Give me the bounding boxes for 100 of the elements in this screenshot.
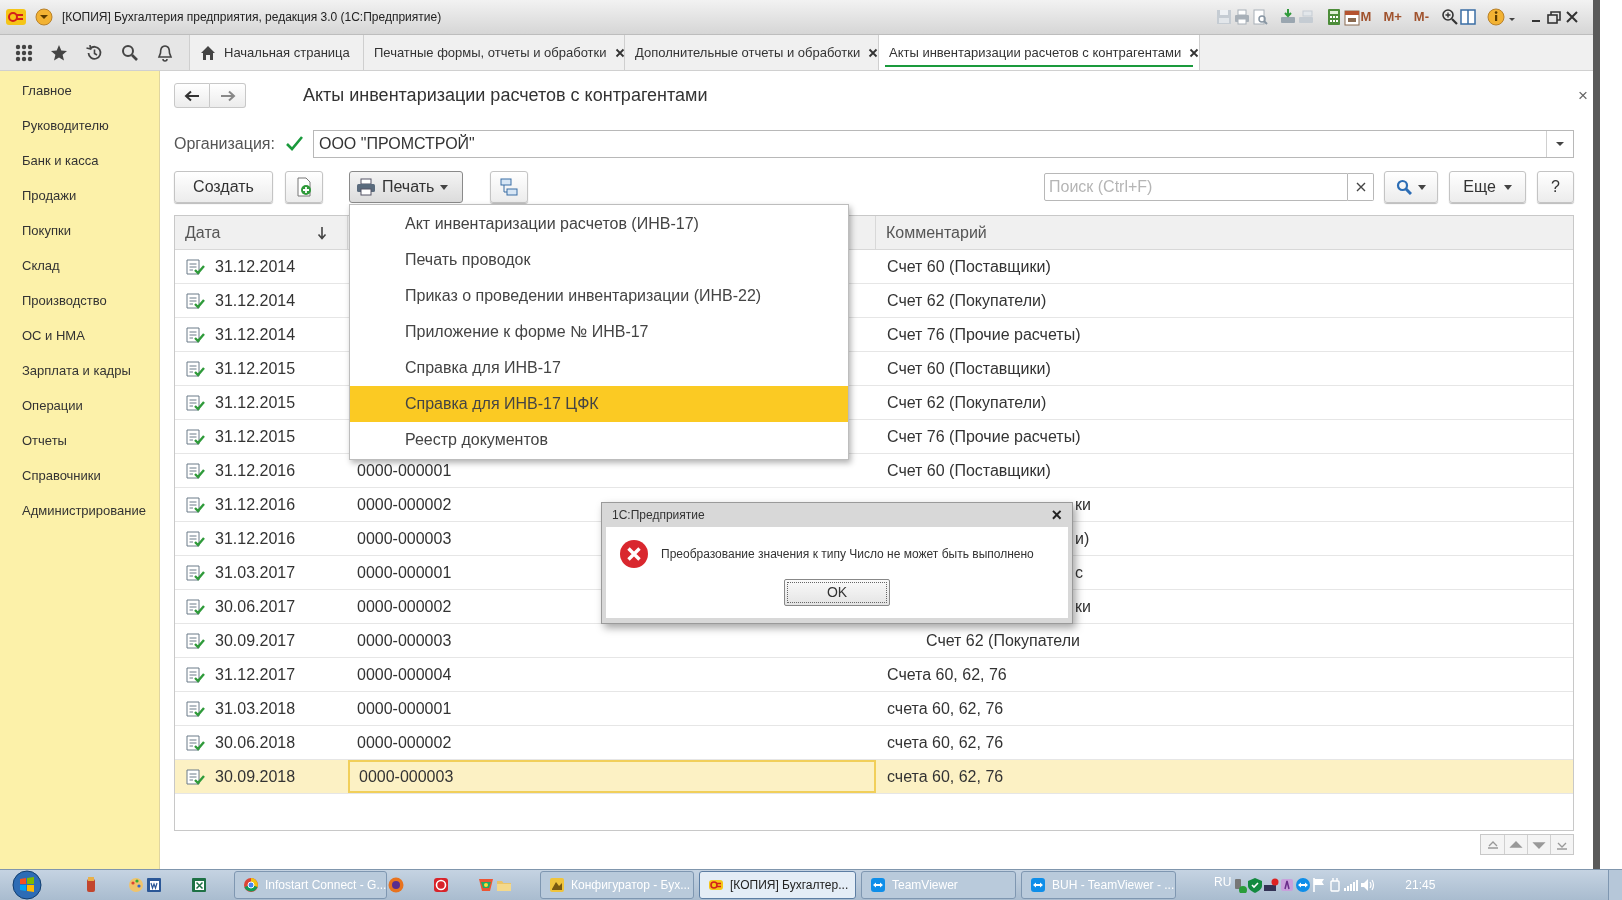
import-icon[interactable] [1278, 8, 1297, 26]
table-cell[interactable]: 31.03.2018 [215, 696, 296, 721]
sidebar-item[interactable]: Руководителю [0, 108, 159, 143]
table-cell[interactable]: 31.12.2015 [215, 424, 296, 449]
memory-button[interactable]: M- [1413, 7, 1429, 27]
back-button[interactable] [174, 83, 210, 108]
caret-icon [1418, 184, 1426, 190]
tab[interactable]: Акты инвентаризации расчетов с контрагентами [879, 35, 1200, 70]
table-cell[interactable]: 30.06.2018 [215, 730, 296, 755]
add-copy-button[interactable] [285, 171, 323, 203]
table-cell[interactable]: 31.12.2015 [215, 356, 296, 381]
sidebar-item[interactable]: Справочники [0, 458, 159, 493]
sidebar-item[interactable]: Главное [0, 73, 159, 108]
close-tab-icon[interactable] [614, 47, 625, 58]
clear-search-button[interactable] [1348, 173, 1374, 201]
menu-item[interactable]: Печать проводок [350, 242, 848, 278]
sidebar-item[interactable]: Администрирование [0, 493, 159, 528]
table-cell[interactable]: 31.12.2016 [215, 526, 296, 551]
table-cell[interactable]: 31.12.2014 [215, 322, 296, 347]
sidebar-item[interactable]: Банк и касса [0, 143, 159, 178]
search-field[interactable]: Поиск (Ctrl+F) [1044, 173, 1348, 201]
table-cell[interactable]: 31.12.2016 [215, 458, 296, 483]
organization-field[interactable]: ООО "ПРОМСТРОЙ" [312, 130, 1574, 158]
document-icon[interactable] [145, 876, 163, 894]
restore-icon[interactable] [1545, 8, 1563, 26]
close-dialog-button[interactable]: × [1051, 506, 1062, 524]
close-tab-icon[interactable] [868, 47, 879, 58]
table-cell[interactable]: 31.03.2017 [215, 560, 296, 585]
search-button[interactable] [1384, 171, 1438, 203]
menu-item[interactable]: Акт инвентаризации расчетов (ИНВ-17) [350, 206, 848, 242]
close-form-button[interactable]: × [1578, 82, 1588, 109]
sidebar-item[interactable]: Производство [0, 283, 159, 318]
print-button[interactable]: Печать [349, 171, 463, 203]
more-button[interactable]: Еще [1449, 171, 1526, 203]
posted-document-icon [185, 767, 205, 786]
column-header[interactable]: Дата [175, 216, 348, 249]
table-cell[interactable]: 31.12.2014 [215, 254, 296, 279]
menu-item[interactable]: Приказ о проведении инвентаризации (ИНВ-22) [350, 278, 848, 314]
table-cell-text: 0000-000001 [357, 562, 452, 583]
info-icon[interactable] [1487, 8, 1505, 26]
table-cell-text: 0000-000002 [357, 596, 452, 617]
table-cell[interactable]: 31.12.2014 [215, 288, 296, 313]
menu-item[interactable]: Справка для ИНВ-17 ЦФК [350, 386, 848, 422]
posted-document-icon [185, 359, 205, 378]
main-menu-button[interactable] [35, 8, 53, 26]
table-cell-text: 0000-000002 [357, 732, 452, 753]
help-button[interactable]: ? [1537, 171, 1574, 203]
table-cell[interactable]: 31.12.2016 [215, 492, 296, 517]
scroll-button[interactable] [1504, 835, 1527, 854]
close-tab-icon[interactable] [1189, 47, 1200, 58]
sidebar-item[interactable]: Операции [0, 388, 159, 423]
sidebar-item[interactable]: Отчеты [0, 423, 159, 458]
posted-document-icon [185, 393, 205, 412]
notifications-bell-icon[interactable] [156, 43, 175, 62]
sidebar-item[interactable]: Продажи [0, 178, 159, 213]
table-cell-text: 0000-000003 [359, 766, 454, 787]
preview-icon[interactable] [1250, 8, 1269, 26]
shield-icon[interactable] [1247, 877, 1264, 893]
ring-icon[interactable] [432, 876, 450, 894]
network-alert-icon[interactable] [1263, 877, 1280, 893]
table-cell-text: счета 60, 62, 76 [887, 766, 1004, 787]
remote-control-icon[interactable] [1295, 877, 1312, 893]
memory-button[interactable]: M+ [1383, 7, 1402, 27]
structure-button[interactable] [490, 171, 528, 203]
history-icon[interactable] [85, 43, 104, 62]
app-tile-icon[interactable] [1279, 877, 1296, 893]
calendar-icon[interactable] [1342, 8, 1361, 26]
sidebar-item[interactable]: Покупки [0, 213, 159, 248]
table-cell[interactable]: 30.09.2017 [215, 628, 296, 653]
panels-icon[interactable] [1459, 8, 1477, 26]
start-button[interactable] [10, 870, 44, 900]
sidebar-item[interactable]: Склад [0, 248, 159, 283]
menu-item[interactable]: Приложение к форме № ИНВ-17 [350, 314, 848, 350]
table-cell[interactable]: 31.12.2017 [215, 662, 296, 687]
zoom-in-icon[interactable] [1441, 8, 1459, 26]
sidebar-item[interactable]: ОС и НМА [0, 318, 159, 353]
search-icon[interactable] [120, 43, 139, 62]
menu-item[interactable]: Справка для ИНВ-17 [350, 350, 848, 386]
scroll-button[interactable] [1527, 835, 1550, 854]
create-button[interactable]: Создать [174, 171, 273, 203]
table-cell[interactable]: 31.12.2015 [215, 390, 296, 415]
ok-button[interactable]: OK [784, 579, 890, 606]
spreadsheet-icon[interactable] [190, 876, 208, 894]
favorites-star-icon[interactable] [50, 43, 69, 62]
sidebar-item[interactable]: Зарплата и кадры [0, 353, 159, 388]
menu-item[interactable]: Реестр документов [350, 422, 848, 458]
app-icon[interactable] [477, 876, 495, 894]
taskbar-button[interactable]: [КОПИЯ] Бухгалтер... [699, 871, 856, 899]
table-cell-text: Счет 62 (Покупатели) [887, 392, 1047, 413]
table-cell[interactable]: 30.06.2017 [215, 594, 296, 619]
search-icon [1396, 179, 1412, 195]
browser-icon [243, 877, 259, 893]
memory-button[interactable]: M [1360, 7, 1372, 27]
document-plus-icon [295, 177, 313, 197]
caret-icon [440, 184, 449, 190]
table-cell-text: 0000-000003 [357, 630, 452, 651]
apps-menu-icon[interactable] [14, 43, 33, 62]
column-header[interactable]: Комментарий [876, 216, 1573, 249]
table-cell-text: Счета 60, 62, 76 [887, 664, 1007, 685]
table-cell[interactable]: 30.09.2018 [215, 764, 296, 789]
